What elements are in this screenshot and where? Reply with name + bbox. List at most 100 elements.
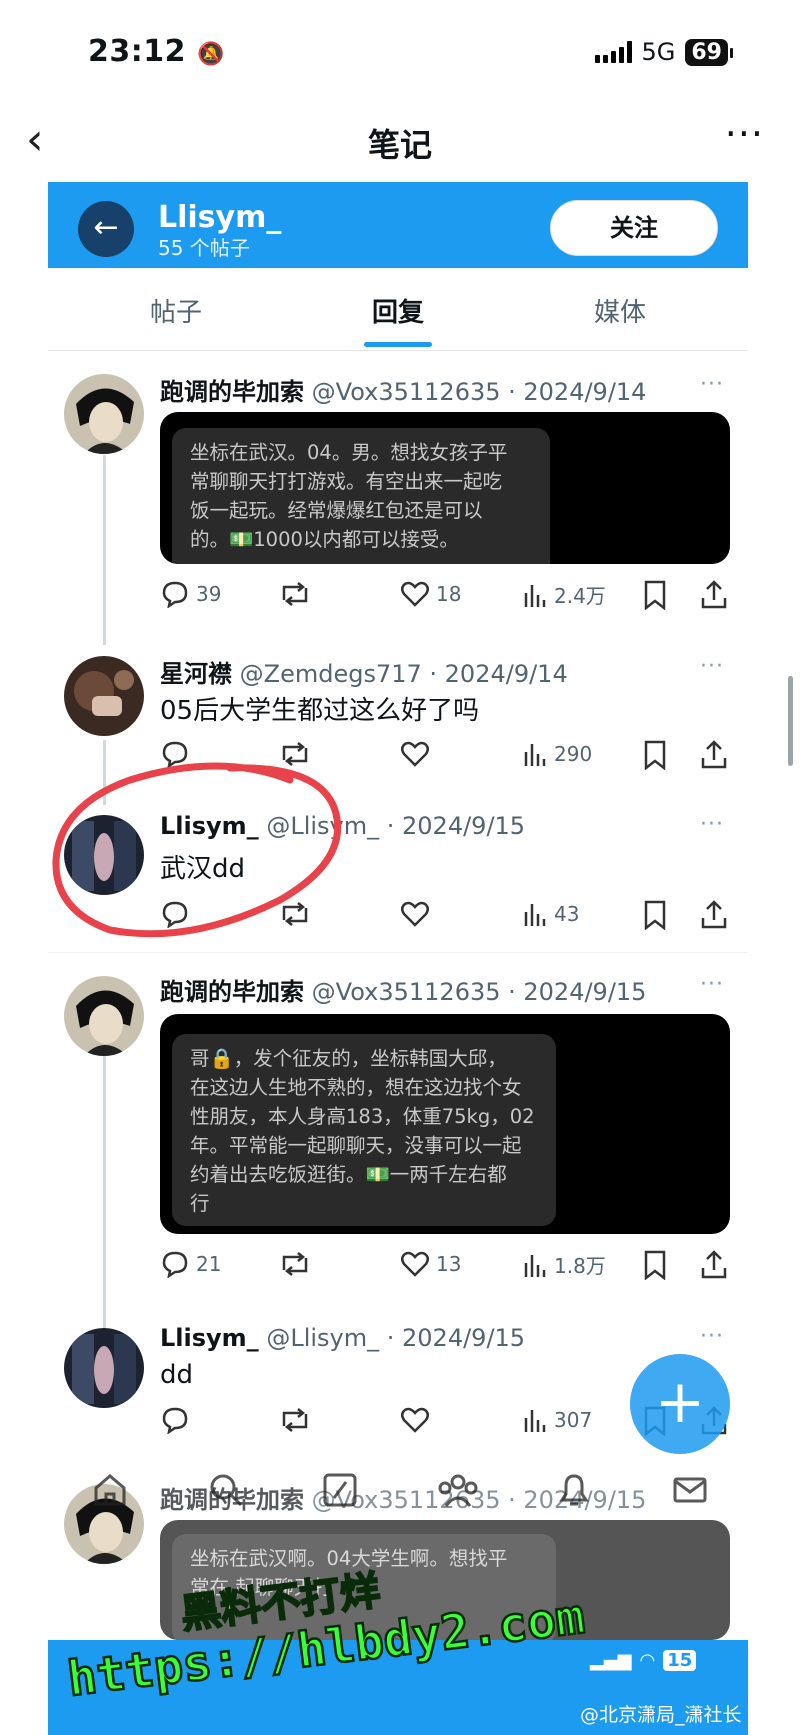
avatar[interactable]	[64, 1328, 144, 1408]
share-button[interactable]	[700, 1250, 728, 1280]
network-type: 5G	[641, 38, 676, 66]
share-button[interactable]	[700, 740, 728, 770]
bookmark-button[interactable]	[643, 740, 667, 770]
page-title: 笔记	[367, 126, 432, 164]
like-button[interactable]	[400, 740, 436, 768]
share-button[interactable]	[700, 900, 728, 930]
grok-icon[interactable]	[320, 1470, 360, 1510]
more-icon[interactable]: ···	[725, 112, 764, 156]
like-button[interactable]: 18	[400, 580, 461, 608]
post-image[interactable]: 哥🔒，发个征友的，坐标韩国大邱， 在这边人生地不熟的，想在这边找个女 性朋友，本…	[160, 1014, 730, 1234]
author-name[interactable]: Llisym_	[160, 1324, 259, 1352]
communities-icon[interactable]	[436, 1470, 480, 1510]
thread-line	[103, 455, 106, 645]
reply-button[interactable]: 39	[160, 580, 221, 608]
battery-indicator: 69	[685, 38, 733, 66]
share-icon	[701, 580, 727, 609]
post-more-icon[interactable]: ···	[700, 972, 724, 997]
tab-media[interactable]: 媒体	[520, 292, 720, 329]
post-header: 跑调的毕加索 @Vox35112635 · 2024/9/15	[160, 972, 646, 1007]
repost-icon	[282, 1408, 308, 1432]
views-button[interactable]: 1.8万	[522, 1250, 606, 1279]
tab-posts[interactable]: 帖子	[76, 292, 276, 329]
image-text-bubble: 坐标在武汉。04。男。想找女孩子平 常聊聊天打打游戏。有空出来一起吃 饭一起玩。…	[172, 428, 550, 564]
post-more-icon[interactable]: ···	[700, 812, 724, 837]
author-name[interactable]: 跑调的毕加索	[160, 378, 304, 406]
post-more-icon[interactable]: ···	[700, 372, 724, 397]
repost-button[interactable]	[278, 1406, 312, 1434]
image-text-line: 行	[190, 1192, 210, 1215]
share-icon	[701, 740, 727, 769]
author-name[interactable]: 跑调的毕加索	[160, 978, 304, 1006]
avatar[interactable]	[64, 374, 144, 454]
repost-icon	[282, 1252, 308, 1276]
notifications-icon[interactable]	[554, 1470, 594, 1510]
thread-divider	[48, 952, 748, 953]
profile-post-count: 55 个帖子	[158, 236, 250, 260]
search-icon[interactable]	[206, 1470, 246, 1510]
reply-icon	[162, 581, 188, 608]
image-text-line: 坐标在武汉。04。男。想找女孩子平	[190, 441, 508, 464]
repost-button[interactable]	[278, 1250, 312, 1278]
handle-date: @Vox35112635 · 2024/9/15	[311, 978, 647, 1006]
views-button[interactable]: 43	[522, 900, 579, 928]
arrow-left-icon[interactable]: ←	[78, 201, 134, 257]
tab-replies[interactable]: 回复	[298, 292, 498, 329]
share-button[interactable]	[700, 580, 728, 610]
tab-divider	[48, 350, 748, 351]
messages-icon[interactable]	[670, 1470, 710, 1510]
scrollbar[interactable]	[788, 676, 793, 766]
heart-icon	[401, 581, 429, 607]
follow-button[interactable]: 关注	[550, 200, 718, 256]
views-icon	[524, 584, 546, 607]
repost-button[interactable]	[278, 580, 312, 608]
reply-icon	[162, 1407, 188, 1434]
band-status-indicators: ▂▄▆ ◠ 15	[590, 1650, 697, 1671]
image-text-line: 的。💵1000以内都可以接受。	[190, 528, 459, 551]
post-header: 星河襟 @Zemdegs717 · 2024/9/14	[160, 654, 568, 689]
post-text: dd	[160, 1360, 194, 1390]
like-button[interactable]	[400, 900, 436, 928]
battery-indicator: 15	[663, 1650, 697, 1671]
bottom-navigation	[48, 1470, 748, 1534]
views-icon	[524, 904, 546, 926]
like-button[interactable]: 13	[400, 1250, 461, 1278]
bookmark-button[interactable]	[643, 580, 667, 610]
image-text-line: 哥🔒，发个征友的，坐标韩国大邱，	[190, 1047, 507, 1070]
bell-muted-icon: 🔕	[196, 42, 225, 67]
image-text-bubble: 哥🔒，发个征友的，坐标韩国大邱， 在这边人生地不熟的，想在这边找个女 性朋友，本…	[172, 1034, 556, 1226]
avatar[interactable]	[64, 976, 144, 1056]
bookmark-icon	[644, 740, 666, 770]
bookmark-button[interactable]	[643, 1250, 667, 1280]
reply-icon	[162, 1251, 188, 1278]
source-watermark: @北京潇局_潇社长	[580, 1704, 742, 1726]
heart-icon	[401, 741, 429, 767]
image-text-line: 常聊聊天打打游戏。有空出来一起吃	[190, 470, 503, 493]
post-header: Llisym_ @Llisym_ · 2024/9/15	[160, 1324, 525, 1352]
image-text-line: 饭一起玩。经常爆爆红包还是可以	[190, 499, 483, 522]
compose-button[interactable]: +	[630, 1354, 730, 1454]
reply-button[interactable]	[160, 1406, 196, 1434]
handle-date: @Vox35112635 · 2024/9/14	[311, 378, 647, 406]
heart-icon	[401, 1407, 429, 1433]
bookmark-button[interactable]	[643, 900, 667, 930]
bookmark-icon	[644, 900, 666, 930]
profile-name: Llisym_	[158, 200, 282, 235]
image-text-line: 性朋友，本人身高183，体重75kg，02	[190, 1105, 535, 1128]
image-text-line: 年。平常能一起聊聊天，没事可以一起	[190, 1134, 522, 1157]
home-icon[interactable]	[90, 1470, 130, 1510]
views-button[interactable]: 2.4万	[522, 580, 606, 609]
views-button[interactable]: 307	[522, 1406, 592, 1434]
post-more-icon[interactable]: ···	[700, 1324, 724, 1349]
views-icon	[524, 744, 546, 766]
like-button[interactable]	[400, 1406, 436, 1434]
avatar[interactable]	[64, 656, 144, 736]
status-indicators: 5G 69	[594, 38, 733, 66]
post-more-icon[interactable]: ···	[700, 654, 724, 679]
views-button[interactable]: 290	[522, 740, 592, 768]
share-icon	[701, 1250, 727, 1279]
post-image[interactable]: 坐标在武汉。04。男。想找女孩子平 常聊聊天打打游戏。有空出来一起吃 饭一起玩。…	[160, 412, 730, 564]
author-name[interactable]: 星河襟	[160, 660, 232, 688]
reply-button[interactable]: 21	[160, 1250, 221, 1278]
wifi-icon: ◠	[639, 1650, 656, 1671]
